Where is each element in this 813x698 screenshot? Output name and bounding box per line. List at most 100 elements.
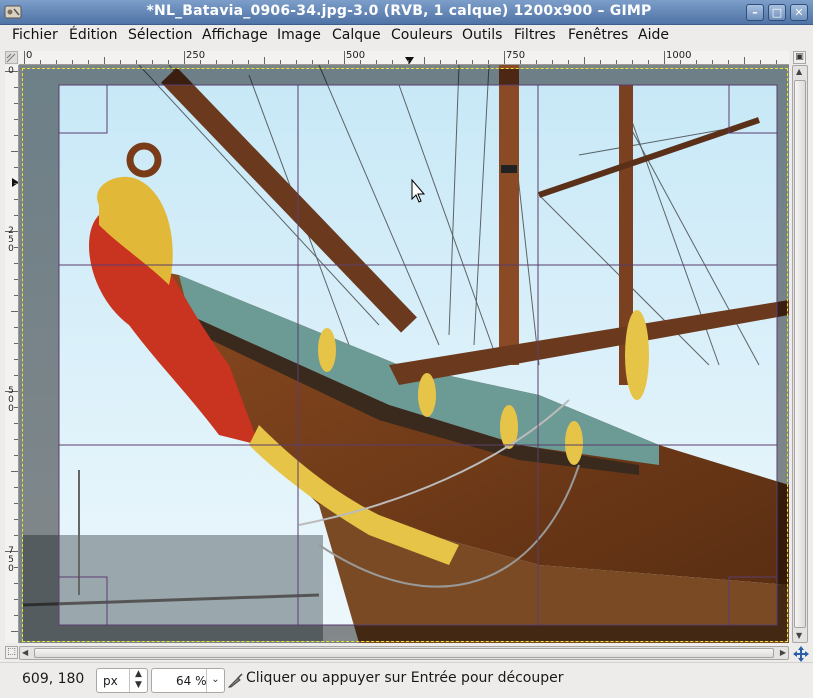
menu-selection[interactable]: Sélection	[128, 27, 193, 43]
ruler-tick	[248, 60, 249, 64]
maximize-icon[interactable]: □	[768, 4, 786, 21]
ruler-h-label: 250	[186, 51, 206, 61]
scroll-up-icon[interactable]: ▲	[796, 67, 802, 77]
ruler-tick	[536, 60, 537, 64]
ruler-tick	[14, 279, 18, 280]
gimp-app-icon[interactable]	[4, 4, 22, 20]
quick-mask-icon[interactable]	[5, 51, 18, 64]
vertical-ruler[interactable]: 0 2 5 0 5 0 0 7 5 0	[5, 65, 19, 643]
ruler-tick	[14, 423, 18, 424]
ruler-tick	[520, 60, 521, 64]
ruler-tick	[744, 57, 745, 64]
menu-couleurs[interactable]: Couleurs	[391, 27, 453, 43]
ruler-tick	[136, 60, 137, 64]
menu-image[interactable]: Image	[277, 27, 321, 43]
ruler-tick	[360, 60, 361, 64]
ruler-tick	[14, 615, 18, 616]
ruler-tick	[728, 60, 729, 64]
menu-calque[interactable]: Calque	[332, 27, 381, 43]
ruler-tick	[712, 60, 713, 64]
ruler-tick	[14, 343, 18, 344]
vertical-scrollbar[interactable]: ▲ ▼	[792, 65, 808, 643]
menu-affichage[interactable]: Affichage	[202, 27, 268, 43]
ruler-tick	[14, 199, 18, 200]
ruler-tick	[568, 60, 569, 64]
status-message: Cliquer ou appuyer sur Entrée pour décou…	[246, 670, 564, 686]
ruler-v-label: 0	[8, 66, 14, 76]
ruler-tick	[600, 60, 601, 64]
ruler-tick	[616, 60, 617, 64]
menu-fichier[interactable]: Fichier	[12, 27, 58, 43]
scroll-down-icon[interactable]: ▼	[796, 631, 802, 641]
image-canvas[interactable]	[19, 65, 789, 643]
minimize-icon[interactable]: –	[746, 4, 764, 21]
ruler-tick	[14, 503, 18, 504]
ruler-tick	[14, 535, 18, 536]
ruler-tick	[408, 60, 409, 64]
menu-edition[interactable]: Édition	[69, 27, 117, 43]
ruler-tick	[760, 60, 761, 64]
navigate-icon[interactable]	[793, 646, 809, 662]
ruler-tick	[14, 487, 18, 488]
ruler-tick	[14, 263, 18, 264]
ruler-tick	[88, 60, 89, 64]
ruler-tick	[472, 60, 473, 64]
selection-outline	[22, 68, 788, 642]
ruler-tick	[776, 60, 777, 64]
crop-tool-icon	[228, 673, 243, 688]
zoom-fit-icon[interactable]: ▣	[793, 51, 806, 64]
ruler-tick	[216, 60, 217, 64]
ruler-tick	[14, 359, 18, 360]
horizontal-scroll-thumb[interactable]	[34, 648, 774, 658]
ruler-tick	[456, 60, 457, 64]
ruler-tick	[632, 60, 633, 64]
vertical-scroll-thumb[interactable]	[794, 80, 806, 628]
ruler-tick	[14, 519, 18, 520]
ruler-v-label: 7 5 0	[8, 546, 14, 574]
ruler-tick	[488, 60, 489, 64]
ruler-tick	[312, 60, 313, 64]
chevron-down-icon[interactable]: ⌄	[206, 669, 224, 692]
ruler-tick	[104, 57, 105, 64]
menu-fenetres[interactable]: Fenêtres	[568, 27, 628, 43]
horizontal-scrollbar[interactable]: ◀ ▶	[19, 646, 789, 660]
ruler-tick	[14, 295, 18, 296]
ruler-tick	[264, 57, 265, 64]
scroll-right-icon[interactable]: ▶	[780, 648, 786, 658]
ruler-tick	[14, 567, 18, 568]
quick-mask-toggle-icon[interactable]: ⬚	[5, 646, 18, 659]
ruler-h-label: 500	[346, 51, 366, 61]
ruler-tick	[296, 60, 297, 64]
unit-spin-icon[interactable]: ▲ ▼	[129, 669, 147, 692]
ruler-tick	[152, 60, 153, 64]
unit-selector[interactable]: px ▲ ▼	[96, 668, 148, 693]
ruler-tick	[648, 60, 649, 64]
menu-filtres[interactable]: Filtres	[514, 27, 556, 43]
ruler-tick	[232, 60, 233, 64]
ruler-tick	[14, 183, 18, 184]
ruler-tick	[328, 60, 329, 64]
ruler-tick	[14, 439, 18, 440]
ruler-tick	[392, 60, 393, 64]
menu-aide[interactable]: Aide	[638, 27, 669, 43]
ruler-tick	[14, 583, 18, 584]
ruler-tick	[14, 215, 18, 216]
ruler-tick	[14, 327, 18, 328]
menu-bar: Fichier Édition Sélection Affichage Imag…	[0, 25, 813, 47]
ruler-tick	[14, 103, 18, 104]
pointer-marker-icon	[405, 57, 414, 64]
ruler-tick	[14, 375, 18, 376]
status-bar: 609, 180 px ▲ ▼ 64 % ⌄ Cliquer ou appuyer…	[0, 662, 813, 698]
ruler-tick	[11, 631, 18, 632]
pointer-coordinates: 609, 180	[22, 671, 85, 687]
menu-outils[interactable]: Outils	[462, 27, 502, 43]
horizontal-ruler[interactable]: 0 250 500 750 1000	[19, 51, 789, 65]
title-bar: *NL_Batavia_0906-34.jpg-3.0 (RVB, 1 calq…	[0, 0, 813, 25]
ruler-v-label: 2 5 0	[8, 226, 14, 254]
close-icon[interactable]: ✕	[790, 4, 808, 21]
scroll-left-icon[interactable]: ◀	[22, 648, 28, 658]
ruler-h-label: 0	[26, 51, 33, 61]
ruler-tick	[424, 57, 425, 64]
ruler-tick	[11, 311, 18, 312]
zoom-selector[interactable]: 64 % ⌄	[151, 668, 225, 693]
